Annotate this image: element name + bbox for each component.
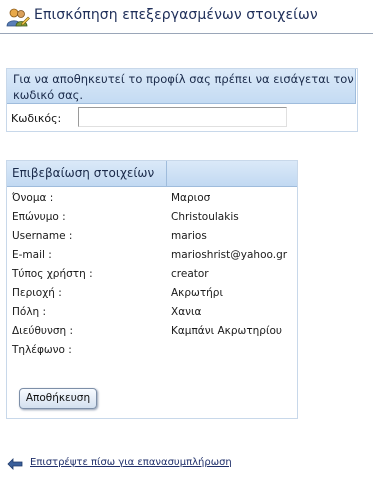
detail-label: Επώνυμο : — [12, 211, 66, 223]
detail-row-user-type: Τύπος χρήστη : creator — [7, 268, 297, 287]
detail-label: Τηλέφωνο : — [12, 344, 72, 356]
back-arrow-icon — [7, 458, 23, 470]
detail-row-city: Πόλη : Χανια — [7, 306, 297, 325]
page-title: Επισκόπηση επεξεργασμένων στοιχείων — [34, 7, 318, 23]
password-instruction: Για να αποθηκευτεί το προφίλ σας πρέπει … — [7, 69, 356, 104]
page-header: Επισκόπηση επεξεργασμένων στοιχείων — [0, 0, 373, 34]
password-panel: Για να αποθηκευτεί το προφίλ σας πρέπει … — [6, 68, 358, 132]
details-header: Επιβεβαίωση στοιχείων — [7, 161, 297, 187]
detail-label: Τύπος χρήστη : — [12, 268, 93, 280]
detail-label: Πόλη : — [12, 306, 47, 318]
detail-value: Μαριοσ — [171, 192, 211, 204]
detail-value: creator — [171, 268, 209, 280]
detail-value: Christoulakis — [171, 211, 239, 223]
detail-row-phone: Τηλέφωνο : — [7, 344, 297, 363]
detail-label: Όνομα : — [12, 192, 54, 204]
back-link[interactable]: Επιστρέψτε πίσω για επανασυμπλήρωση — [30, 457, 232, 468]
password-label: Κωδικός: — [11, 112, 62, 125]
detail-label: Διεύθυνση : — [12, 325, 74, 337]
header-divider — [0, 33, 373, 34]
details-panel: Επιβεβαίωση στοιχείων Όνομα : Μαριοσ Επώ… — [6, 160, 298, 419]
detail-row-username: Username : marios — [7, 230, 297, 249]
password-input[interactable] — [78, 107, 287, 127]
detail-row-last-name: Επώνυμο : Christoulakis — [7, 211, 297, 230]
detail-value: Ακρωτήρι — [171, 287, 224, 299]
details-heading: Επιβεβαίωση στοιχείων — [7, 161, 167, 186]
save-button[interactable]: Αποθήκευση — [19, 388, 97, 409]
detail-value: marios — [171, 230, 207, 242]
detail-label: E-mail : — [12, 249, 52, 261]
detail-row-address: Διεύθυνση : Καμπάνι Ακρωτηρίου — [7, 325, 297, 344]
detail-row-first-name: Όνομα : Μαριοσ — [7, 192, 297, 211]
detail-label: Username : — [12, 230, 73, 242]
users-edit-icon — [6, 8, 30, 27]
detail-value: marioshrist@yahoo.gr — [171, 249, 288, 261]
detail-label: Περιοχή : — [12, 287, 62, 299]
detail-row-email: E-mail : marioshrist@yahoo.gr — [7, 249, 297, 268]
detail-value: Καμπάνι Ακρωτηρίου — [171, 325, 283, 337]
detail-row-region: Περιοχή : Ακρωτήρι — [7, 287, 297, 306]
detail-value: Χανια — [171, 306, 202, 318]
